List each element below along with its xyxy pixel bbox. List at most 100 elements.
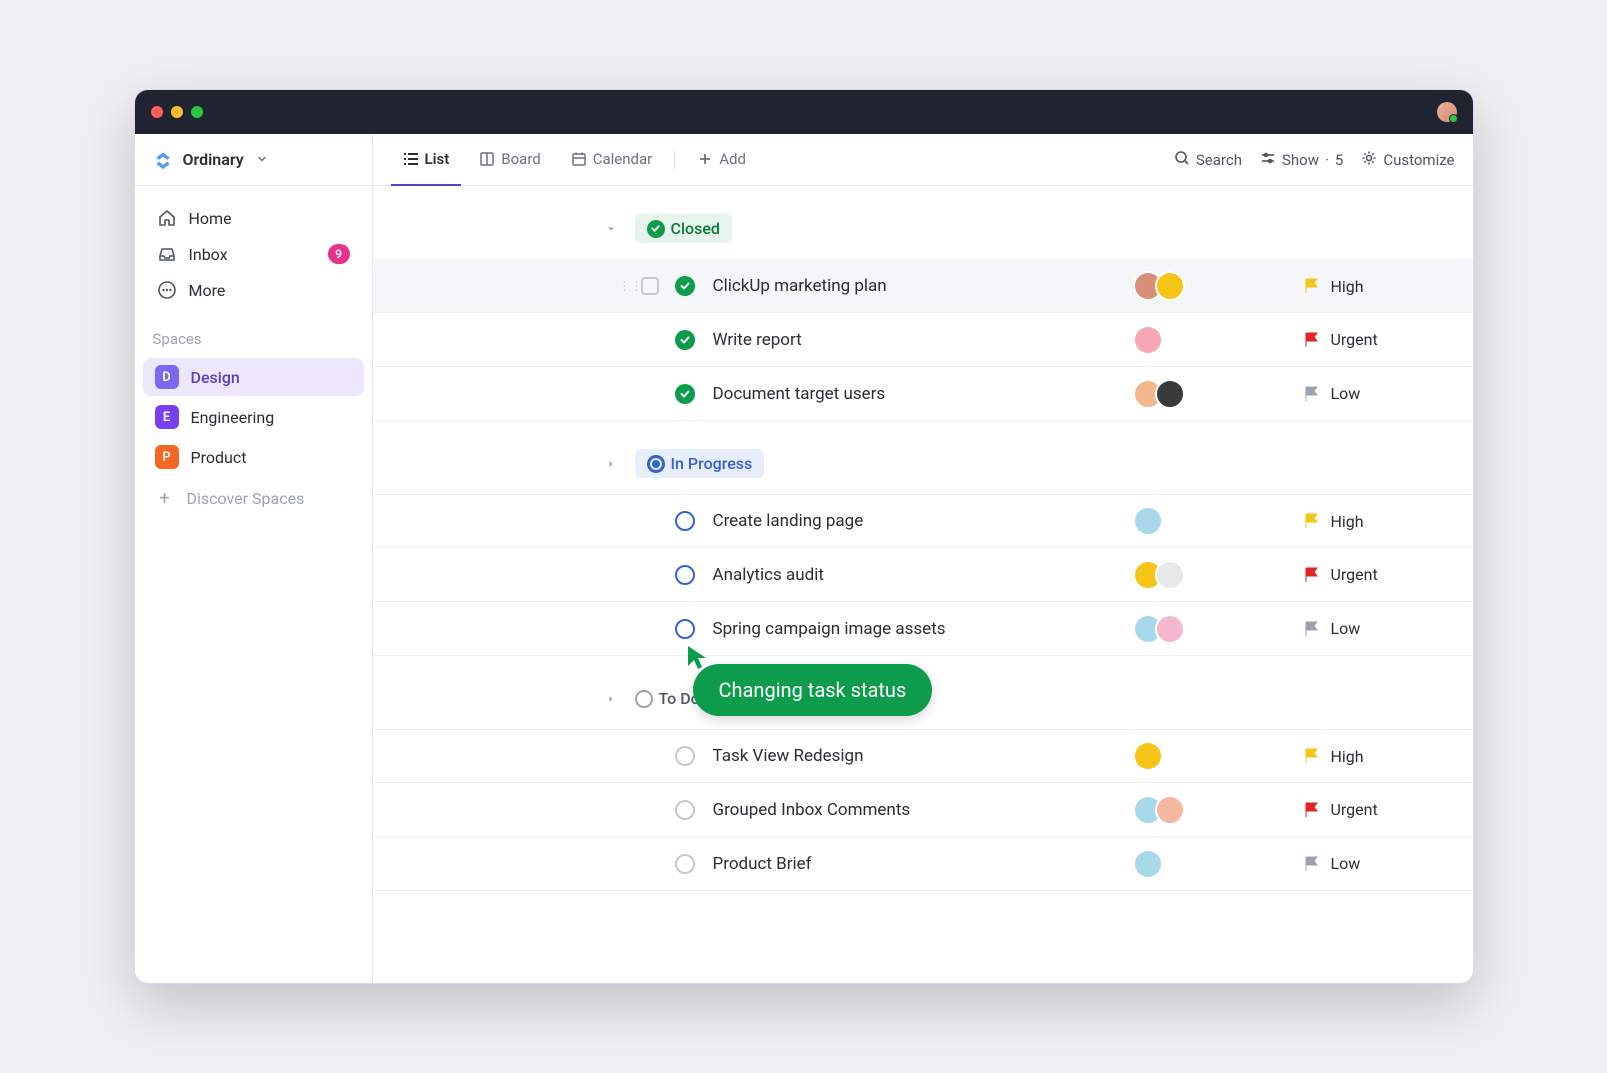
view-calendar[interactable]: Calendar — [559, 134, 665, 186]
assignees[interactable] — [1133, 795, 1303, 825]
inbox-badge: 9 — [328, 244, 350, 264]
more-icon — [157, 280, 177, 300]
minimize-window[interactable] — [171, 106, 183, 118]
task-name[interactable]: Create landing page — [713, 511, 1133, 531]
task-row[interactable]: ⋮⋮ ClickUp marketing plan High — [373, 259, 1473, 313]
assignee-avatar[interactable] — [1133, 849, 1163, 879]
assignees[interactable] — [1133, 849, 1303, 879]
task-name[interactable]: Write report — [713, 330, 1133, 350]
task-row[interactable]: ⋮⋮ Create landing page High — [373, 494, 1473, 548]
group-header-closed[interactable]: Closed — [373, 210, 1473, 259]
task-status-icon[interactable] — [675, 565, 695, 585]
priority-label: Low — [1331, 854, 1361, 873]
nav-home[interactable]: Home — [145, 200, 362, 236]
assignee-avatar[interactable] — [1133, 506, 1163, 536]
assignee-avatar[interactable] — [1155, 560, 1185, 590]
nav-inbox-label: Inbox — [189, 245, 228, 264]
nav-more[interactable]: More — [145, 272, 362, 308]
priority[interactable]: High — [1303, 512, 1473, 531]
task-name[interactable]: ClickUp marketing plan — [713, 276, 1133, 296]
task-status-icon[interactable] — [675, 384, 695, 404]
priority[interactable]: Urgent — [1303, 565, 1473, 584]
plus-icon: + — [155, 488, 175, 509]
row-checkbox[interactable] — [641, 277, 659, 295]
view-add[interactable]: Add — [685, 134, 758, 186]
collapse-caret-icon[interactable] — [603, 691, 619, 707]
task-row[interactable]: ⋮⋮ Product Brief Low — [373, 837, 1473, 891]
priority[interactable]: Low — [1303, 854, 1473, 873]
customize-button[interactable]: Customize — [1361, 150, 1454, 170]
discover-spaces[interactable]: + Discover Spaces — [135, 478, 372, 519]
sidebar-space-engineering[interactable]: EEngineering — [143, 398, 364, 436]
close-window[interactable] — [151, 106, 163, 118]
status-pill[interactable]: Closed — [635, 214, 732, 243]
task-row[interactable]: ⋮⋮ Grouped Inbox Comments Urgent — [373, 783, 1473, 837]
flag-icon — [1303, 855, 1321, 873]
flag-icon — [1303, 620, 1321, 638]
priority[interactable]: High — [1303, 747, 1473, 766]
space-label: Design — [191, 368, 240, 387]
task-status-icon[interactable] — [675, 746, 695, 766]
gear-icon — [1361, 150, 1377, 170]
show-button[interactable]: Show · 5 — [1260, 150, 1343, 170]
collapse-caret-icon[interactable] — [603, 221, 619, 237]
priority[interactable]: High — [1303, 277, 1473, 296]
assignee-avatar[interactable] — [1155, 795, 1185, 825]
drag-handle-icon[interactable]: ⋮⋮ — [619, 279, 643, 293]
task-status-icon[interactable] — [675, 854, 695, 874]
task-status-icon[interactable] — [675, 276, 695, 296]
assignees[interactable] — [1133, 271, 1303, 301]
sidebar-space-product[interactable]: PProduct — [143, 438, 364, 476]
group-header-inprogress[interactable]: In Progress — [373, 445, 1473, 494]
task-name[interactable]: Task View Redesign — [713, 746, 1133, 766]
assignee-avatar[interactable] — [1155, 379, 1185, 409]
user-avatar[interactable] — [1437, 102, 1457, 122]
sidebar-space-design[interactable]: DDesign — [143, 358, 364, 396]
assignees[interactable] — [1133, 741, 1303, 771]
assignee-avatar[interactable] — [1133, 741, 1163, 771]
task-row[interactable]: ⋮⋮ Document target users Low — [373, 367, 1473, 421]
assignee-avatar[interactable] — [1155, 614, 1185, 644]
task-name[interactable]: Spring campaign image assets — [713, 619, 1133, 639]
collapse-caret-icon[interactable] — [603, 456, 619, 472]
nav-inbox[interactable]: Inbox 9 — [145, 236, 362, 272]
plus-icon — [697, 151, 713, 167]
task-name[interactable]: Product Brief — [713, 854, 1133, 874]
assignee-avatar[interactable] — [1133, 325, 1163, 355]
maximize-window[interactable] — [191, 106, 203, 118]
task-status-icon[interactable] — [675, 800, 695, 820]
search-button[interactable]: Search — [1174, 150, 1242, 170]
assignees[interactable] — [1133, 560, 1303, 590]
task-status-icon[interactable] — [675, 511, 695, 531]
workspace-switcher[interactable]: Ordinary — [135, 134, 372, 186]
space-label: Engineering — [191, 408, 275, 427]
priority[interactable]: Low — [1303, 619, 1473, 638]
task-row[interactable]: ⋮⋮ Task View Redesign High — [373, 729, 1473, 783]
priority-label: Low — [1331, 619, 1361, 638]
view-list[interactable]: List — [391, 134, 462, 186]
priority-label: High — [1331, 747, 1364, 766]
search-icon — [1174, 150, 1190, 170]
task-row[interactable]: ⋮⋮ Write report Urgent — [373, 313, 1473, 367]
assignees[interactable] — [1133, 379, 1303, 409]
priority-label: Urgent — [1331, 330, 1378, 349]
nav-more-label: More — [189, 281, 226, 300]
task-status-icon[interactable] — [675, 330, 695, 350]
status-pill[interactable]: In Progress — [635, 449, 765, 478]
task-name[interactable]: Analytics audit — [713, 565, 1133, 585]
task-status-icon[interactable] — [675, 619, 695, 639]
task-row[interactable]: ⋮⋮ Analytics audit Urgent — [373, 548, 1473, 602]
assignees[interactable] — [1133, 506, 1303, 536]
task-name[interactable]: Document target users — [713, 384, 1133, 404]
task-name[interactable]: Grouped Inbox Comments — [713, 800, 1133, 820]
assignees[interactable] — [1133, 614, 1303, 644]
sliders-icon — [1260, 150, 1276, 170]
assignees[interactable] — [1133, 325, 1303, 355]
priority[interactable]: Urgent — [1303, 330, 1473, 349]
inbox-icon — [157, 244, 177, 264]
assignee-avatar[interactable] — [1155, 271, 1185, 301]
priority[interactable]: Urgent — [1303, 800, 1473, 819]
priority[interactable]: Low — [1303, 384, 1473, 403]
view-board[interactable]: Board — [467, 134, 552, 186]
task-row[interactable]: ⋮⋮ Spring campaign image assets Low — [373, 602, 1473, 656]
